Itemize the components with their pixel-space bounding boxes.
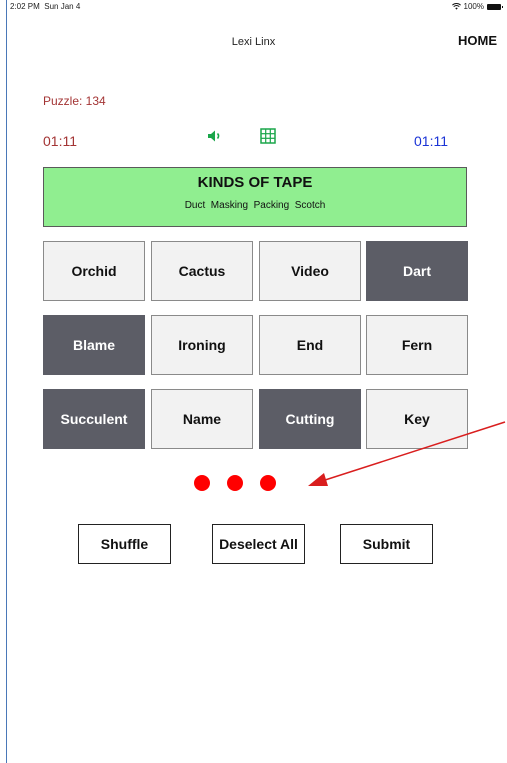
battery-percent: 100% — [463, 2, 484, 11]
word-tile-ironing[interactable]: Ironing — [151, 315, 253, 375]
tile-label: Fern — [401, 337, 433, 353]
tile-label: Blame — [72, 337, 116, 353]
battery-icon — [487, 3, 503, 10]
status-date: Sun Jan 4 — [44, 2, 81, 11]
tile-label: Succulent — [60, 411, 128, 427]
speaker-icon[interactable] — [207, 129, 223, 143]
status-clock: 2:02 PM — [10, 2, 40, 11]
tile-label: Cactus — [178, 263, 226, 279]
mistake-dot — [227, 475, 243, 491]
tile-label: Ironing — [178, 337, 226, 353]
word-tile-end[interactable]: End — [259, 315, 361, 375]
timer-right: 01:11 — [414, 133, 448, 149]
category-title: KINDS OF TAPE — [197, 174, 313, 191]
word-tile-cactus[interactable]: Cactus — [151, 241, 253, 301]
word-tile-succulent[interactable]: Succulent — [43, 389, 145, 449]
word-tile-blame[interactable]: Blame — [43, 315, 145, 375]
status-time: 2:02 PM Sun Jan 4 — [10, 2, 80, 11]
mistake-dot — [260, 475, 276, 491]
shuffle-button[interactable]: Shuffle — [78, 524, 171, 564]
status-right: 100% — [451, 2, 503, 11]
tile-label: End — [296, 337, 324, 353]
grid-icon[interactable] — [260, 128, 276, 144]
deselect-all-button[interactable]: Deselect All — [212, 524, 305, 564]
wifi-icon — [451, 3, 461, 10]
word-tile-dart[interactable]: Dart — [366, 241, 468, 301]
submit-button[interactable]: Submit — [340, 524, 433, 564]
timer-left: 01:11 — [43, 133, 77, 149]
puzzle-number: Puzzle: 134 — [43, 94, 106, 108]
word-tile-fern[interactable]: Fern — [366, 315, 468, 375]
word-tile-video[interactable]: Video — [259, 241, 361, 301]
word-tile-orchid[interactable]: Orchid — [43, 241, 145, 301]
word-tile-name[interactable]: Name — [151, 389, 253, 449]
annotation-arrow — [308, 421, 506, 486]
tile-label: Orchid — [71, 263, 117, 279]
solved-category: KINDS OF TAPE Duct Masking Packing Scotc… — [43, 167, 467, 227]
tile-label: Name — [182, 411, 222, 427]
tile-label: Dart — [402, 263, 431, 279]
app-title: Lexi Linx — [231, 36, 276, 48]
tile-label: Video — [291, 263, 329, 279]
category-words-text: Duct Masking Packing Scotch — [184, 200, 326, 211]
mistake-dot — [194, 475, 210, 491]
status-bar: 2:02 PM Sun Jan 4 100% — [10, 2, 503, 16]
frame-border — [6, 0, 7, 763]
category-words: Duct Masking Packing Scotch — [44, 200, 466, 211]
home-button[interactable]: HOME — [458, 33, 497, 48]
